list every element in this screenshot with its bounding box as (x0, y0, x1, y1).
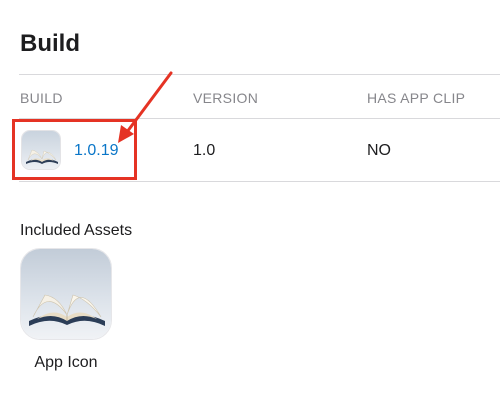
annotation-highlight-box (12, 119, 137, 180)
column-header-build: BUILD (20, 90, 63, 106)
open-book-icon (21, 249, 111, 339)
page-title: Build (20, 30, 80, 57)
included-assets-heading: Included Assets (20, 222, 133, 239)
version-cell: 1.0 (193, 142, 216, 159)
app-icon-asset[interactable] (20, 248, 112, 340)
table-row-divider (19, 181, 500, 182)
annotation-arrow (118, 71, 173, 143)
app-clip-cell: NO (367, 142, 391, 159)
column-header-version: VERSION (193, 90, 259, 106)
table-top-divider (19, 74, 500, 75)
column-header-app-clip: HAS APP CLIP (367, 90, 466, 106)
app-icon-label: App Icon (34, 354, 98, 371)
